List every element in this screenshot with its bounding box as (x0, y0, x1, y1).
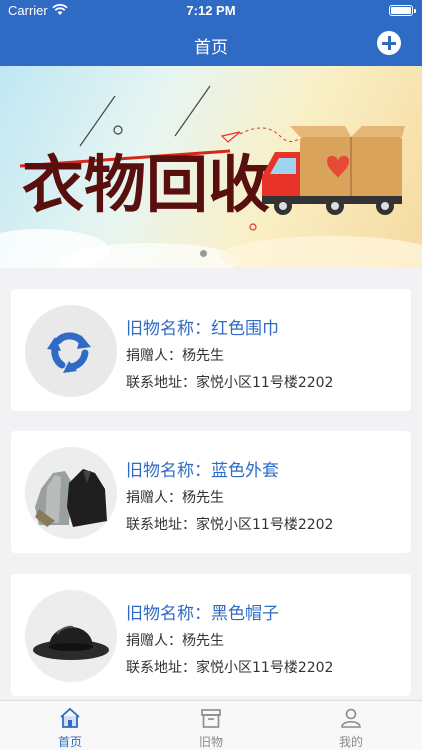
page-title: 首页 (194, 38, 228, 58)
recycle-icon (47, 332, 91, 373)
status-bar: Carrier 7:12 PM (0, 0, 422, 22)
carousel-indicator[interactable] (200, 250, 207, 257)
bowler-hat-photo (25, 590, 117, 682)
tab-bar: 首页 旧物 我的 (0, 700, 422, 750)
item-name: 旧物名称：蓝色外套 (126, 461, 279, 481)
banner-illustration: 衣物回收 (0, 85, 422, 268)
item-card[interactable]: 旧物名称：红色围巾 捐赠人：杨先生 联系地址：家悦小区11号楼2202 (11, 289, 411, 411)
item-donor: 捐赠人：杨先生 (126, 633, 224, 649)
item-name: 旧物名称：红色围巾 (126, 319, 279, 339)
item-name: 旧物名称：黑色帽子 (126, 604, 279, 624)
banner[interactable]: 衣物回收 (0, 66, 422, 268)
user-icon (341, 708, 361, 728)
tab-items[interactable]: 旧物 (171, 706, 251, 750)
tab-profile-label: 我的 (338, 735, 363, 749)
item-avatar (25, 447, 117, 539)
item-donor: 捐赠人：杨先生 (126, 490, 224, 506)
header: Carrier 7:12 PM 首页 (0, 0, 422, 66)
item-avatar (25, 305, 117, 397)
archive-box-icon (201, 709, 221, 728)
item-donor: 捐赠人：杨先生 (126, 348, 224, 364)
banner-title: 衣物回收 (22, 148, 270, 221)
tab-home[interactable]: 首页 (30, 706, 110, 750)
add-button[interactable] (377, 31, 401, 55)
battery-icon (389, 5, 416, 16)
jackets-photo (25, 447, 117, 539)
item-card[interactable]: 旧物名称：蓝色外套 捐赠人：杨先生 联系地址：家悦小区11号楼2202 (11, 431, 411, 553)
clock: 7:12 PM (186, 3, 236, 18)
item-card[interactable]: 旧物名称：黑色帽子 捐赠人：杨先生 联系地址：家悦小区11号楼2202 (11, 574, 411, 696)
home-icon (60, 707, 80, 728)
tab-items-label: 旧物 (198, 735, 223, 749)
tab-home-label: 首页 (57, 735, 82, 749)
item-address: 联系地址：家悦小区11号楼2202 (126, 375, 334, 391)
item-address: 联系地址：家悦小区11号楼2202 (126, 517, 334, 533)
item-avatar (25, 590, 117, 682)
item-address: 联系地址：家悦小区11号楼2202 (126, 660, 334, 676)
tab-profile[interactable]: 我的 (311, 706, 391, 750)
